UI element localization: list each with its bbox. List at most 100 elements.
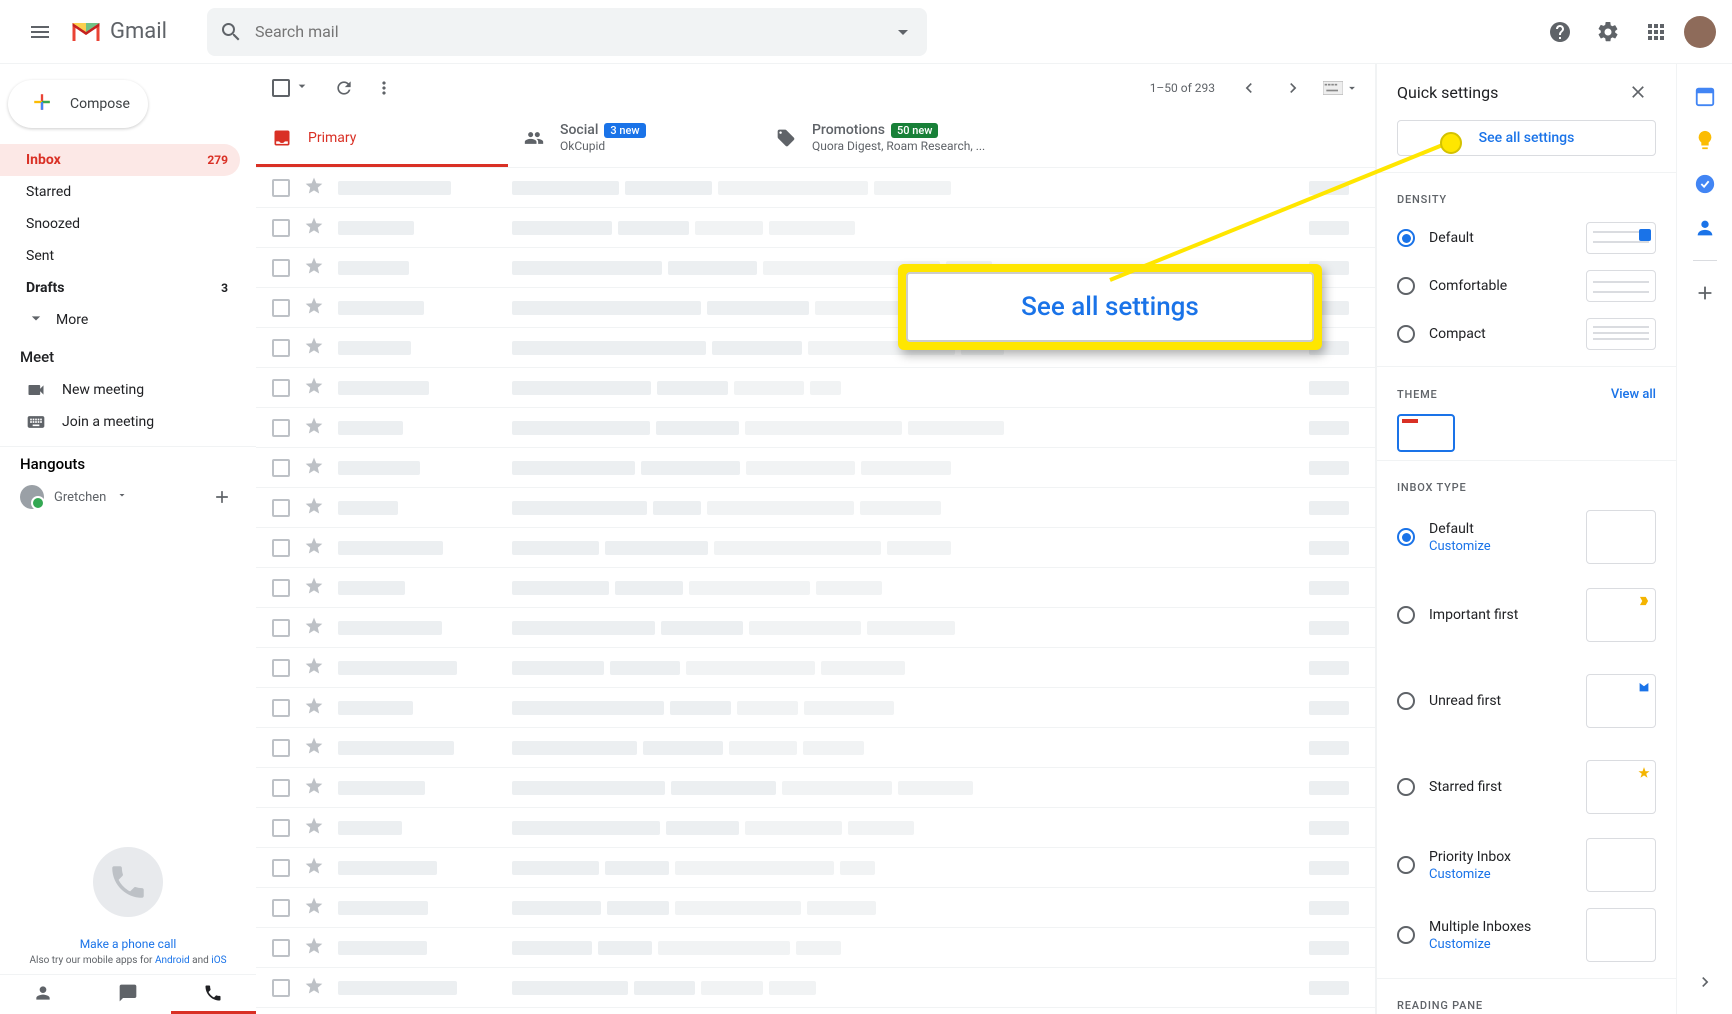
mail-row[interactable] (256, 848, 1375, 888)
refresh-button[interactable] (324, 68, 364, 108)
mail-star-button[interactable] (304, 656, 324, 680)
mail-row[interactable] (256, 568, 1375, 608)
tab-promotions[interactable]: Promotions50 new Quora Digest, Roam Rese… (760, 112, 1012, 167)
side-calendar-button[interactable] (1685, 76, 1725, 116)
density-compact-option[interactable]: Compact (1377, 310, 1676, 358)
density-default-option[interactable]: Default (1377, 214, 1676, 262)
mail-star-button[interactable] (304, 496, 324, 520)
mail-row[interactable] (256, 808, 1375, 848)
mail-row[interactable] (256, 608, 1375, 648)
page-prev-button[interactable] (1229, 68, 1269, 108)
account-avatar[interactable] (1684, 16, 1716, 48)
ios-link[interactable]: iOS (211, 955, 226, 966)
mail-checkbox[interactable] (272, 939, 290, 957)
mail-row[interactable] (256, 888, 1375, 928)
mail-row[interactable] (256, 368, 1375, 408)
mail-row[interactable] (256, 488, 1375, 528)
tab-primary[interactable]: Primary (256, 112, 508, 167)
mail-checkbox[interactable] (272, 979, 290, 997)
mail-row[interactable] (256, 528, 1375, 568)
mail-star-button[interactable] (304, 816, 324, 840)
mail-star-button[interactable] (304, 776, 324, 800)
theme-view-all-link[interactable]: View all (1611, 387, 1656, 402)
select-all-dropdown[interactable] (294, 78, 310, 98)
hangouts-tab-chat[interactable] (85, 975, 170, 1014)
mail-checkbox[interactable] (272, 819, 290, 837)
page-next-button[interactable] (1273, 68, 1313, 108)
mail-checkbox[interactable] (272, 499, 290, 517)
mail-star-button[interactable] (304, 736, 324, 760)
mail-checkbox[interactable] (272, 699, 290, 717)
mail-star-button[interactable] (304, 856, 324, 880)
inbox-important-option[interactable]: Important first (1377, 572, 1676, 658)
hangouts-tab-phone[interactable] (171, 975, 256, 1014)
mail-checkbox[interactable] (272, 539, 290, 557)
make-phone-call-link[interactable]: Make a phone call (80, 937, 177, 951)
mail-star-button[interactable] (304, 336, 324, 360)
mail-checkbox[interactable] (272, 619, 290, 637)
mail-row[interactable] (256, 928, 1375, 968)
compose-button[interactable]: Compose (8, 80, 148, 128)
search-bar[interactable] (207, 8, 927, 56)
mail-checkbox[interactable] (272, 379, 290, 397)
mail-row[interactable] (256, 768, 1375, 808)
support-button[interactable] (1540, 12, 1580, 52)
nav-drafts[interactable]: Drafts 3 (0, 272, 240, 304)
mail-row[interactable] (256, 648, 1375, 688)
mail-star-button[interactable] (304, 896, 324, 920)
mail-row[interactable] (256, 168, 1375, 208)
nav-sent[interactable]: Sent (0, 240, 240, 272)
mail-checkbox[interactable] (272, 459, 290, 477)
mail-checkbox[interactable] (272, 659, 290, 677)
hangouts-header[interactable]: Hangouts (0, 451, 256, 477)
mail-checkbox[interactable] (272, 739, 290, 757)
inbox-priority-customize-link[interactable]: Customize (1429, 867, 1586, 882)
see-all-settings-button[interactable]: See all settings (1397, 120, 1656, 156)
mail-star-button[interactable] (304, 616, 324, 640)
density-comfortable-option[interactable]: Comfortable (1377, 262, 1676, 310)
mail-checkbox[interactable] (272, 779, 290, 797)
mail-row[interactable] (256, 448, 1375, 488)
side-keep-button[interactable] (1685, 120, 1725, 160)
search-options-icon[interactable] (891, 20, 915, 44)
theme-thumbnail[interactable] (1397, 414, 1455, 452)
nav-starred[interactable]: Starred (0, 176, 240, 208)
mail-checkbox[interactable] (272, 219, 290, 237)
mail-row[interactable] (256, 728, 1375, 768)
inbox-multiple-customize-link[interactable]: Customize (1429, 937, 1586, 952)
mail-star-button[interactable] (304, 176, 324, 200)
mail-star-button[interactable] (304, 416, 324, 440)
more-actions-button[interactable] (364, 68, 404, 108)
hangouts-tab-contacts[interactable] (0, 975, 85, 1014)
inbox-multiple-option[interactable]: Multiple Inboxes Customize (1377, 900, 1676, 970)
tab-social[interactable]: Social3 new OkCupid (508, 112, 760, 167)
inbox-default-customize-link[interactable]: Customize (1429, 539, 1586, 554)
nav-more[interactable]: More (0, 304, 240, 336)
side-tasks-button[interactable] (1685, 164, 1725, 204)
mail-star-button[interactable] (304, 376, 324, 400)
mail-checkbox[interactable] (272, 259, 290, 277)
meet-new-meeting[interactable]: New meeting (0, 374, 256, 406)
mail-row[interactable] (256, 688, 1375, 728)
mail-checkbox[interactable] (272, 339, 290, 357)
mail-checkbox[interactable] (272, 899, 290, 917)
input-language-button[interactable] (1323, 81, 1359, 95)
close-quick-settings-button[interactable] (1620, 74, 1656, 110)
settings-button[interactable] (1588, 12, 1628, 52)
mail-star-button[interactable] (304, 576, 324, 600)
mail-star-button[interactable] (304, 456, 324, 480)
mail-star-button[interactable] (304, 296, 324, 320)
side-add-button[interactable] (1685, 273, 1725, 313)
hangouts-user-row[interactable]: Gretchen (0, 477, 256, 517)
mail-row[interactable] (256, 208, 1375, 248)
side-contacts-button[interactable] (1685, 208, 1725, 248)
mail-star-button[interactable] (304, 256, 324, 280)
android-link[interactable]: Android (155, 955, 190, 966)
apps-button[interactable] (1636, 12, 1676, 52)
mail-row[interactable] (256, 968, 1375, 1008)
inbox-unread-option[interactable]: Unread first (1377, 658, 1676, 744)
hangouts-add-button[interactable] (208, 483, 236, 511)
inbox-default-option[interactable]: Default Customize (1377, 502, 1676, 572)
mail-checkbox[interactable] (272, 299, 290, 317)
mail-checkbox[interactable] (272, 579, 290, 597)
